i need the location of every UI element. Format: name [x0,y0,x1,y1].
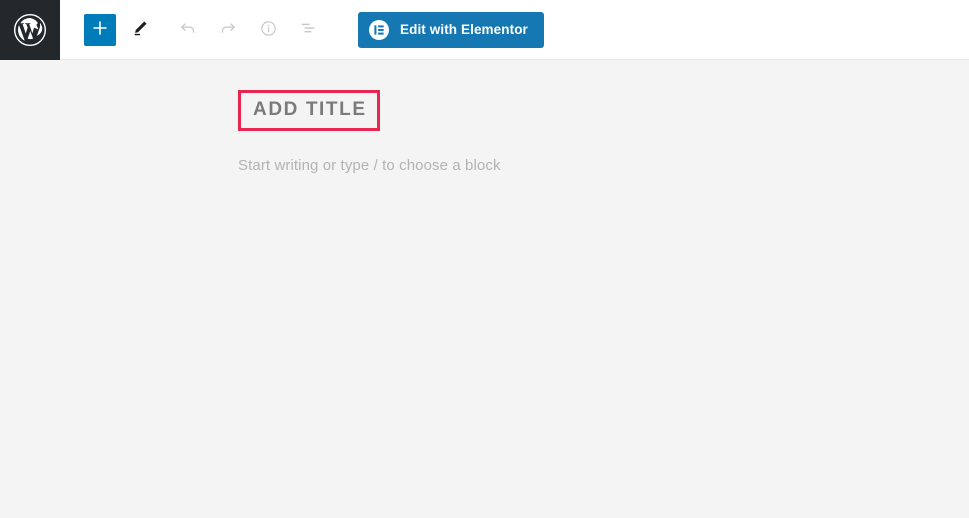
add-block-button[interactable] [84,13,116,46]
undo-button[interactable] [172,14,204,46]
block-editor-root: Edit with Elementor ADD TITLE Start writ… [0,0,969,518]
elementor-logo-icon [369,19,389,40]
post-body-input[interactable]: Start writing or type / to choose a bloc… [238,155,838,177]
undo-arrow-icon [178,18,198,41]
post-title-input[interactable]: ADD TITLE [253,97,367,123]
toolbar-actions: Edit with Elementor [60,0,969,60]
plus-icon [91,19,109,40]
wordpress-logo-button[interactable] [0,0,60,60]
redo-arrow-icon [218,18,238,41]
info-circle-icon [259,19,278,41]
pencil-icon [130,18,150,41]
redo-button[interactable] [212,14,244,46]
editor-canvas[interactable]: ADD TITLE Start writing or type / to cho… [0,61,969,518]
edit-with-elementor-button[interactable]: Edit with Elementor [358,11,544,48]
post-title-highlight-box: ADD TITLE [238,90,380,131]
wordpress-logo-icon [13,13,47,47]
details-button[interactable] [252,14,284,46]
editor-header-toolbar: Edit with Elementor [0,0,969,60]
edit-mode-button[interactable] [124,14,156,46]
list-view-icon [298,18,318,41]
post-content-area: ADD TITLE Start writing or type / to cho… [238,90,838,177]
list-view-button[interactable] [292,14,324,46]
edit-with-elementor-label: Edit with Elementor [400,21,528,37]
